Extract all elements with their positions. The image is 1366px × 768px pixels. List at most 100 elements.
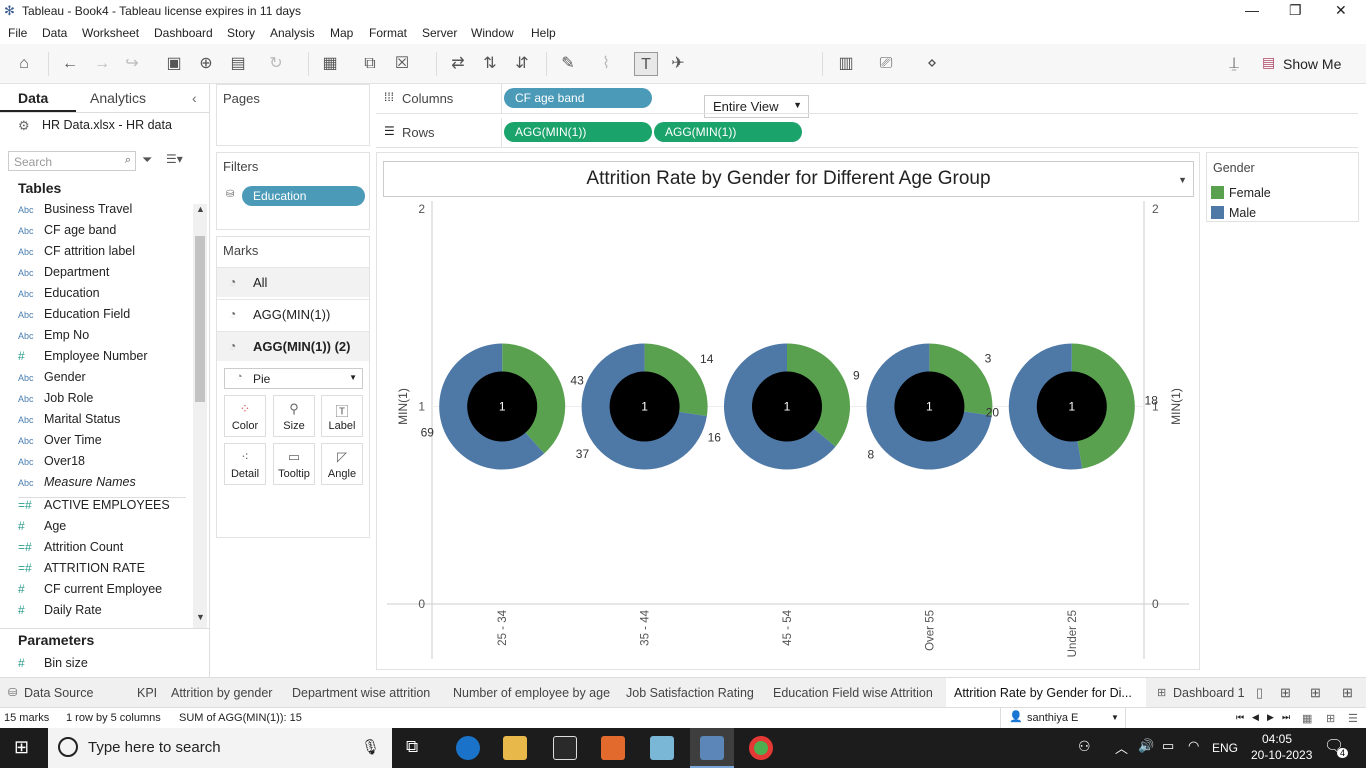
menu-analysis[interactable]: Analysis (270, 26, 315, 40)
scrollbar-thumb[interactable] (195, 236, 205, 402)
chart-title[interactable]: Attrition Rate by Gender for Different A… (383, 161, 1194, 197)
prev-sheet-icon[interactable]: ◀ (1252, 712, 1259, 723)
battery-icon[interactable]: ▭ (1162, 738, 1174, 754)
chevron-down-icon[interactable]: ▼ (1178, 163, 1187, 197)
field-age[interactable]: # Age (18, 519, 188, 539)
filter-pill-education[interactable]: Education (242, 186, 365, 206)
user-dropdown[interactable]: 👤 santhiya E ▼ (1000, 708, 1126, 728)
new-story-tab-icon[interactable]: ⊞ (1342, 685, 1353, 701)
field-job-role[interactable]: Abc Job Role (18, 391, 188, 411)
new-worksheet-tab-icon[interactable]: ⊞ (1280, 685, 1291, 701)
tab-kpi[interactable]: KPI (137, 686, 157, 700)
field-education-field[interactable]: Abc Education Field (18, 307, 188, 327)
new-worksheet-icon[interactable]: ▦ (318, 52, 342, 76)
sort-ascending-icon[interactable]: ⇅ (478, 52, 502, 76)
mark-type-dropdown[interactable]: ◔ Pie ▼ (224, 368, 363, 389)
sort-descending-icon[interactable]: ⇵ (510, 52, 534, 76)
filmstrip-icon[interactable]: ▦ (1302, 712, 1312, 725)
new-dashboard-tab-icon[interactable]: ⊞ (1310, 685, 1321, 701)
columns-pill-cf-age-band[interactable]: CF age band (504, 88, 652, 108)
datasource-name[interactable]: HR Data.xlsx - HR data (42, 118, 172, 132)
volume-icon[interactable]: 🔊 (1138, 738, 1154, 754)
menu-data[interactable]: Data (42, 26, 67, 40)
minimize-icon[interactable]: — (1245, 2, 1259, 18)
field-over18[interactable]: Abc Over18 (18, 454, 188, 474)
show-me-button[interactable]: ▤ Show Me (1260, 53, 1350, 75)
swap-icon[interactable]: ⇄ (446, 52, 470, 76)
field-attrition-rate[interactable]: =# ATTRITION RATE (18, 561, 188, 581)
scroll-down-icon[interactable]: ▼ (196, 612, 205, 622)
menu-file[interactable]: File (8, 26, 27, 40)
replay-icon[interactable]: ↪ (120, 52, 144, 76)
pin-icon[interactable]: ✈ (666, 52, 690, 76)
rows-pill-agg-min-1[interactable]: AGG(MIN(1)) (504, 122, 652, 142)
clear-sheet-icon[interactable]: ☒ (390, 52, 414, 76)
tab-department-wise-attrition[interactable]: Department wise attrition (292, 686, 430, 700)
field-marital-status[interactable]: Abc Marital Status (18, 412, 188, 432)
marks-row-agg1[interactable]: ◔ AGG(MIN(1)) (217, 299, 369, 329)
grid-view-icon[interactable]: ⊞ (1326, 712, 1335, 725)
people-icon[interactable]: ⚇ (1078, 738, 1091, 755)
angle-button[interactable]: ◸ Angle (321, 443, 363, 485)
chrome-icon[interactable] (749, 736, 773, 760)
list-view-icon[interactable]: ☰ (1348, 712, 1358, 725)
field-gender[interactable]: Abc Gender (18, 370, 188, 390)
field-over-time[interactable]: Abc Over Time (18, 433, 188, 453)
field-cf-attrition-label[interactable]: Abc CF attrition label (18, 244, 188, 264)
rows-pill-agg-min-1-second[interactable]: AGG(MIN(1)) (654, 122, 802, 142)
group-icon[interactable]: ⌇ (594, 52, 618, 76)
menu-worksheet[interactable]: Worksheet (82, 26, 139, 40)
close-icon[interactable]: ✕ (1335, 2, 1347, 19)
field-business-travel[interactable]: Abc Business Travel (18, 202, 188, 222)
field-cf-current-employee[interactable]: # CF current Employee (18, 582, 188, 602)
task-view-icon[interactable]: ⧉ (406, 737, 418, 757)
restore-icon[interactable]: ❐ (1289, 2, 1302, 19)
menu-window[interactable]: Window (471, 26, 514, 40)
tab-attrition-rate-by-gender[interactable]: Attrition Rate by Gender for Di... (954, 686, 1132, 700)
tab-analytics[interactable]: Analytics (90, 90, 146, 106)
highlight-icon[interactable]: ✎ (556, 52, 580, 76)
home-icon[interactable]: ⌂ (12, 52, 36, 76)
tab-dashboard-1[interactable]: Dashboard 1 (1173, 686, 1245, 700)
field-active-employees[interactable]: =# ACTIVE EMPLOYEES (18, 498, 188, 518)
tab-data[interactable]: Data (18, 90, 48, 106)
filter-icon[interactable]: ⏷ (142, 152, 152, 168)
tab-data-source[interactable]: Data Source (24, 686, 93, 700)
redo-icon[interactable]: → (90, 52, 114, 76)
collapse-icon[interactable]: ‹ (192, 90, 197, 106)
search-input[interactable]: Search ⌕ (8, 151, 136, 171)
field-education[interactable]: Abc Education (18, 286, 188, 306)
menu-help[interactable]: Help (531, 26, 556, 40)
undo-icon[interactable]: ← (58, 52, 82, 76)
last-sheet-icon[interactable]: ⏭ (1282, 712, 1290, 723)
marks-row-agg2[interactable]: ◔ AGG(MIN(1)) (2) (217, 331, 369, 361)
clock-time[interactable]: 04:05 (1262, 732, 1292, 746)
first-sheet-icon[interactable]: ⏮ (1236, 712, 1244, 723)
pause-updates-icon[interactable]: ▤ (226, 52, 250, 76)
field-measure-names[interactable]: Abc Measure Names (18, 475, 188, 495)
field-daily-rate[interactable]: # Daily Rate (18, 603, 188, 623)
menu-server[interactable]: Server (422, 26, 457, 40)
language-indicator[interactable]: ENG (1212, 741, 1238, 755)
windows-start-icon[interactable]: ⊞ (14, 737, 29, 758)
file-explorer-icon[interactable] (503, 736, 527, 760)
scroll-up-icon[interactable]: ▲ (196, 204, 205, 214)
tooltip-button[interactable]: ▭ Tooltip (273, 443, 315, 485)
tab-job-satisfaction-rating[interactable]: Job Satisfaction Rating (626, 686, 754, 700)
columns-shelf[interactable]: ⁞⁞⁞ Columns CF age band (376, 84, 1358, 114)
menu-story[interactable]: Story (227, 26, 255, 40)
color-button[interactable]: ⁘ Color (224, 395, 266, 437)
format-painter-icon[interactable]: ⍊ (1222, 52, 1246, 76)
microphone-icon[interactable]: 🎙 (361, 738, 380, 756)
show-cards-icon[interactable]: ▥ (834, 52, 858, 76)
parameter-bin-size[interactable]: # Bin size (18, 656, 188, 676)
menu-format[interactable]: Format (369, 26, 407, 40)
field-attrition-count[interactable]: =# Attrition Count (18, 540, 188, 560)
store-icon[interactable] (601, 736, 625, 760)
duplicate-sheet-icon[interactable]: ⧉ (358, 52, 382, 76)
tab-attrition-by-gender[interactable]: Attrition by gender (171, 686, 272, 700)
edge-icon[interactable] (456, 736, 480, 760)
tab-number-of-employee-by-age[interactable]: Number of employee by age (453, 686, 610, 700)
show-hidden-icons[interactable]: ︿ (1115, 738, 1128, 757)
menu-dashboard[interactable]: Dashboard (154, 26, 213, 40)
